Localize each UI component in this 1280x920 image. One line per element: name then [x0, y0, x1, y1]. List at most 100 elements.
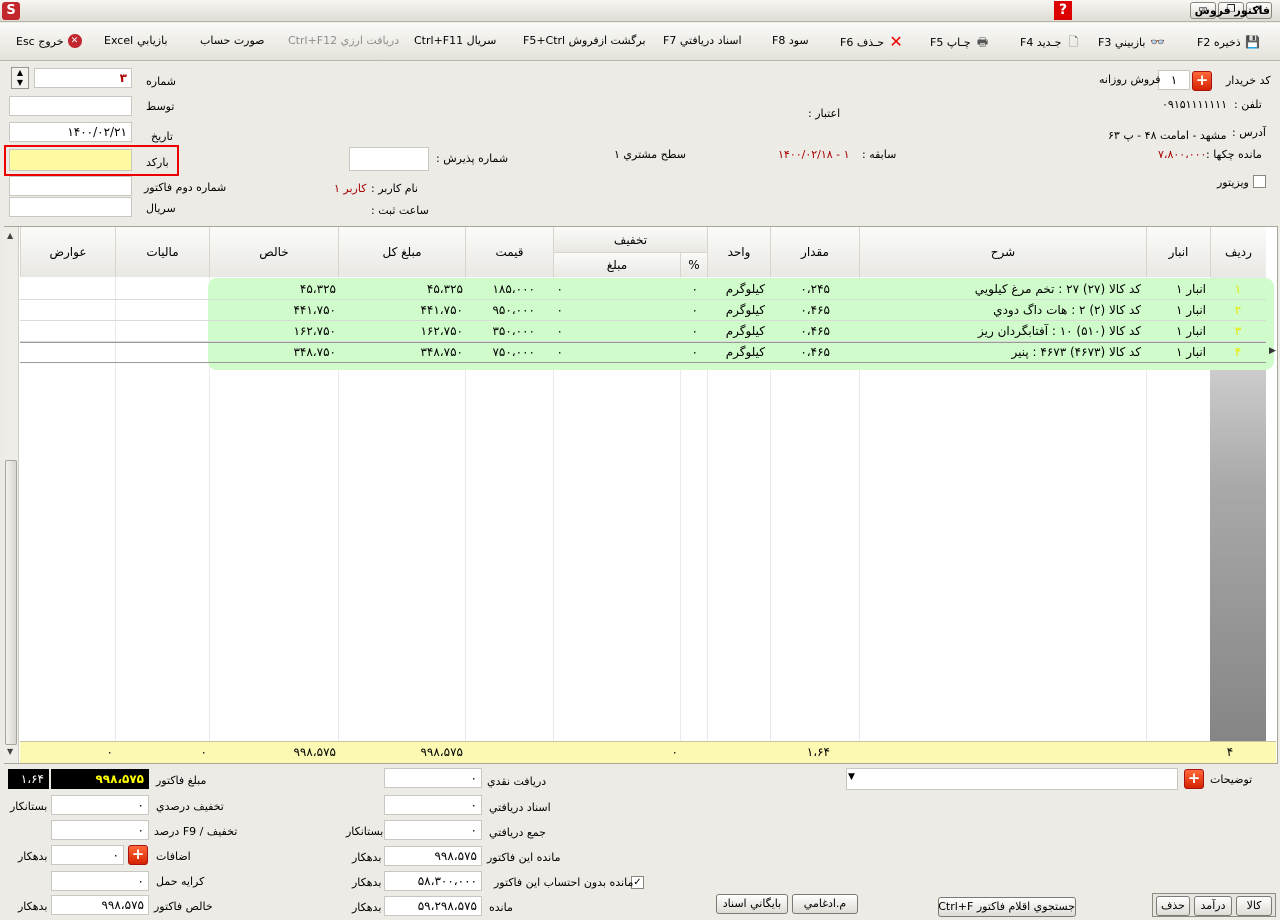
cell-pct[interactable]: ۰: [680, 300, 698, 321]
return-sale-button[interactable]: برگشت ازفروش F5+Ctrl: [523, 34, 646, 47]
col-disc-amount[interactable]: مبلغ: [553, 252, 680, 277]
goods-button[interactable]: كالا: [1236, 896, 1272, 916]
cell-qty[interactable]: ۰،۴۶۵: [770, 342, 830, 363]
cell-total[interactable]: ۱۶۲،۷۵۰: [338, 321, 463, 342]
col-tax[interactable]: ماليات: [115, 227, 209, 277]
total-received-input[interactable]: ۰: [384, 820, 482, 840]
cell-price[interactable]: ۱۸۵،۰۰۰: [465, 279, 535, 300]
cell-net[interactable]: ۱۶۲،۷۵۰: [209, 321, 336, 342]
serial-input[interactable]: [9, 197, 132, 217]
cell-price[interactable]: ۳۵۰،۰۰۰: [465, 321, 535, 342]
search-items-button[interactable]: جستجوي اقلام فاكتور Ctrl+F: [938, 897, 1076, 917]
cell-num[interactable]: ۴: [1210, 342, 1266, 363]
profit-button[interactable]: سود F8: [772, 34, 809, 47]
delete-button[interactable]: ✕ حـذف F6: [840, 34, 904, 50]
freight-input[interactable]: ۰: [51, 871, 149, 891]
col-warehouse[interactable]: انبار: [1146, 227, 1210, 277]
cell-disc[interactable]: ۰: [553, 321, 563, 342]
add-additions-button[interactable]: +: [128, 845, 148, 865]
col-net[interactable]: خالص: [209, 227, 338, 277]
review-button[interactable]: 👓 بازبيني F3: [1098, 34, 1165, 50]
excel-button[interactable]: بازيابي Excel: [104, 34, 168, 47]
barcode-input[interactable]: [9, 149, 132, 171]
col-discount[interactable]: تخفيف: [553, 227, 707, 252]
f9-discount-input[interactable]: ۰: [51, 820, 149, 840]
account-statement-button[interactable]: صورت حساب: [200, 34, 265, 47]
help-button[interactable]: ?: [1054, 1, 1072, 20]
col-disc-pct[interactable]: %: [680, 252, 707, 277]
cell-desc[interactable]: كد كالا (۴۶۷۳) ۴۶۷۳ : پنير: [859, 342, 1141, 363]
cell-unit[interactable]: كيلوگرم: [707, 300, 765, 321]
save-button[interactable]: 💾 ذخيره F2: [1197, 34, 1261, 50]
cell-unit[interactable]: كيلوگرم: [707, 321, 765, 342]
col-unit[interactable]: واحد: [707, 227, 770, 277]
income-button[interactable]: درآمد: [1194, 896, 1232, 916]
buyer-code-input[interactable]: ۱: [1158, 70, 1190, 90]
by-input[interactable]: [9, 96, 132, 116]
date-input[interactable]: ۱۴۰۰/۰۲/۲۱: [9, 122, 132, 142]
acceptance-no-input[interactable]: [349, 147, 429, 171]
serial-button[interactable]: سريال Ctrl+F11: [414, 34, 496, 47]
delete-item-button[interactable]: حذف: [1156, 896, 1190, 916]
cell-unit[interactable]: كيلوگرم: [707, 279, 765, 300]
cell-total[interactable]: ۳۴۸،۷۵۰: [338, 342, 463, 363]
number-spinner[interactable]: ▲ ▼: [11, 67, 29, 89]
number-input[interactable]: ۳: [34, 68, 132, 88]
exit-button[interactable]: ✕ خروج Esc: [16, 34, 82, 48]
notes-dropdown[interactable]: [846, 768, 1178, 790]
additions-input[interactable]: ۰: [51, 845, 124, 865]
cell-pct[interactable]: ۰: [680, 342, 698, 363]
cell-disc[interactable]: ۰: [553, 342, 563, 363]
cell-disc[interactable]: ۰: [553, 300, 563, 321]
cell-warehouse[interactable]: انبار ۱: [1146, 321, 1206, 342]
pct-discount-input[interactable]: ۰: [51, 795, 149, 815]
cell-price[interactable]: ۹۵۰،۰۰۰: [465, 300, 535, 321]
cell-price[interactable]: ۷۵۰،۰۰۰: [465, 342, 535, 363]
scroll-up-icon[interactable]: ▲: [7, 231, 13, 240]
docs-received-input[interactable]: ۰: [384, 795, 482, 815]
col-row[interactable]: رديف: [1210, 227, 1266, 277]
col-desc[interactable]: شرح: [859, 227, 1146, 277]
col-total[interactable]: مبلغ كل: [338, 227, 465, 277]
cell-desc[interactable]: كد كالا (۲۷) ۲۷ : تخم مرغ كيلويي: [859, 279, 1141, 300]
cell-desc[interactable]: كد كالا (۵۱۰) ۱۰ : آفتابگردان ريز: [859, 321, 1141, 342]
cell-net[interactable]: ۴۴۱،۷۵۰: [209, 300, 336, 321]
print-button[interactable]: 🖶 چـاپ F5: [930, 34, 991, 50]
scrollbar-thumb[interactable]: [5, 460, 17, 745]
cell-pct[interactable]: ۰: [680, 321, 698, 342]
cell-warehouse[interactable]: انبار ۱: [1146, 300, 1206, 321]
cash-received-input[interactable]: ۰: [384, 768, 482, 788]
col-duties[interactable]: عوارض: [20, 227, 115, 277]
balance-without-input[interactable]: ۵۸،۳۰۰،۰۰۰: [384, 871, 482, 891]
second-invoice-input[interactable]: [9, 176, 132, 196]
cell-net[interactable]: ۴۵،۳۲۵: [209, 279, 336, 300]
cell-warehouse[interactable]: انبار ۱: [1146, 342, 1206, 363]
new-button[interactable]: 🗋 جـديد F4: [1020, 34, 1081, 50]
received-docs-button[interactable]: اسناد دريافتي F7: [663, 34, 742, 47]
cell-total[interactable]: ۴۵،۳۲۵: [338, 279, 463, 300]
cell-qty[interactable]: ۰،۴۶۵: [770, 300, 830, 321]
cell-net[interactable]: ۳۴۸،۷۵۰: [209, 342, 336, 363]
cell-qty[interactable]: ۰،۴۶۵: [770, 321, 830, 342]
cell-pct[interactable]: ۰: [680, 279, 698, 300]
balance-input[interactable]: ۵۹،۲۹۸،۵۷۵: [384, 896, 482, 916]
archive-docs-button[interactable]: بايگاني اسناد: [716, 894, 788, 914]
cell-unit[interactable]: كيلوگرم: [707, 342, 765, 363]
net-invoice-input[interactable]: ۹۹۸،۵۷۵: [51, 895, 149, 915]
cell-warehouse[interactable]: انبار ۱: [1146, 279, 1206, 300]
invoice-balance-input[interactable]: ۹۹۸،۵۷۵: [384, 846, 482, 866]
cell-qty[interactable]: ۰،۲۴۵: [770, 279, 830, 300]
scroll-down-icon[interactable]: ▼: [7, 747, 13, 756]
col-qty[interactable]: مقدار: [770, 227, 859, 277]
add-note-button[interactable]: +: [1184, 769, 1204, 789]
col-price[interactable]: قيمت: [465, 227, 553, 277]
cell-total[interactable]: ۴۴۱،۷۵۰: [338, 300, 463, 321]
cell-num[interactable]: ۳: [1210, 321, 1266, 342]
cell-num[interactable]: ۲: [1210, 300, 1266, 321]
cell-num[interactable]: ۱: [1210, 279, 1266, 300]
fx-receive-button[interactable]: دريافت ارزي Ctrl+F12: [288, 34, 399, 47]
merged-button[interactable]: م.ادغامي: [792, 894, 858, 914]
cell-disc[interactable]: ۰: [553, 279, 563, 300]
cell-desc[interactable]: كد كالا (۲) ۲ : هات داگ دودي: [859, 300, 1141, 321]
visitor-checkbox[interactable]: [1253, 175, 1266, 188]
